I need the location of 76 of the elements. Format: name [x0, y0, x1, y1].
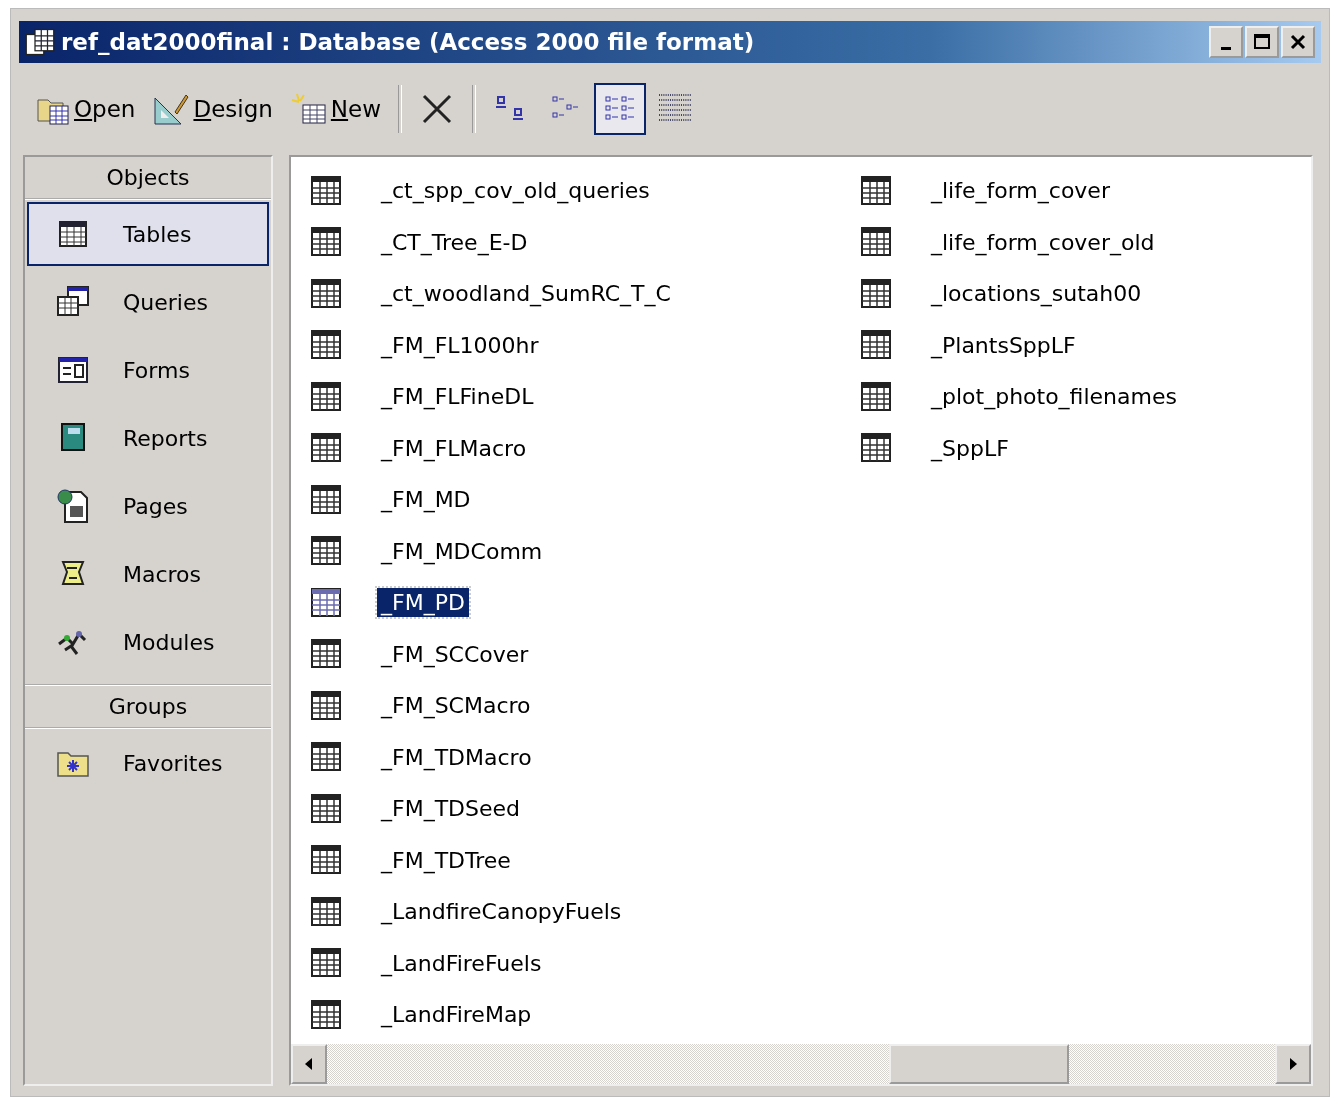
- new-table-icon: [290, 92, 327, 126]
- table-name[interactable]: _FM_MDComm: [377, 536, 547, 566]
- maximize-icon: [1252, 32, 1272, 52]
- objects-header[interactable]: Objects: [25, 157, 271, 200]
- minimize-button[interactable]: [1209, 26, 1243, 58]
- object-type-item[interactable]: Macros: [27, 542, 269, 606]
- table-icon: [311, 381, 343, 412]
- table-name[interactable]: _FM_SCCover: [377, 639, 533, 669]
- group-item[interactable]: Favorites: [27, 731, 269, 795]
- object-type-item[interactable]: Reports: [27, 406, 269, 470]
- groups-header[interactable]: Groups: [25, 686, 271, 729]
- table-name[interactable]: _FM_PD: [377, 588, 469, 618]
- table-name[interactable]: _locations_sutah00: [927, 279, 1146, 309]
- minimize-icon: [1221, 46, 1231, 50]
- object-type-item[interactable]: Modules: [27, 610, 269, 674]
- table-name[interactable]: _FM_TDTree: [377, 845, 515, 875]
- scroll-left-button[interactable]: [291, 1044, 327, 1084]
- pages-icon: [55, 488, 91, 524]
- table-name[interactable]: _FM_FL1000hr: [377, 330, 543, 360]
- object-type-item[interactable]: Pages: [27, 474, 269, 538]
- table-name[interactable]: _SppLF: [927, 433, 1013, 463]
- table-name[interactable]: _FM_SCMacro: [377, 691, 535, 721]
- new-button[interactable]: New: [283, 89, 389, 129]
- table-icon: [311, 690, 343, 721]
- table-icon: [311, 999, 343, 1030]
- table-name[interactable]: _CT_Tree_E-D: [377, 227, 532, 257]
- object-type-item[interactable]: Tables: [27, 202, 269, 266]
- maximize-button[interactable]: [1245, 26, 1279, 58]
- table-name[interactable]: _LandFireFuels: [377, 948, 546, 978]
- right-arrow-icon: [1287, 1057, 1299, 1071]
- table-icon: [311, 948, 343, 979]
- table-name[interactable]: _FM_TDMacro: [377, 742, 536, 772]
- table-name[interactable]: _FM_FLFineDL: [377, 382, 538, 412]
- table-name[interactable]: _FM_MD: [377, 485, 475, 515]
- table-name[interactable]: _FM_FLMacro: [377, 433, 531, 463]
- table-icon: [861, 175, 893, 206]
- table-icon: [861, 381, 893, 412]
- table-icon: [861, 433, 893, 464]
- table-icon: [311, 433, 343, 464]
- table-icon: [861, 278, 893, 309]
- table-name[interactable]: _life_form_cover: [927, 176, 1114, 206]
- open-button[interactable]: Open: [29, 89, 143, 129]
- object-type-item[interactable]: Queries: [27, 270, 269, 334]
- table-icon: [311, 742, 343, 773]
- table-icon: [861, 330, 893, 361]
- table-icon: [311, 330, 343, 361]
- table-icon: [311, 227, 343, 258]
- table-name[interactable]: _ct_spp_cov_old_queries: [377, 176, 654, 206]
- database-window-icon: [25, 28, 55, 56]
- table-name[interactable]: _plot_photo_filenames: [927, 382, 1181, 412]
- list-icons-button[interactable]: [594, 83, 647, 135]
- table-name[interactable]: _LandfireCanopyFuels: [377, 897, 626, 927]
- table-icon: [311, 845, 343, 876]
- ruler-pencil-icon: [153, 92, 190, 126]
- table-icon: [311, 536, 343, 567]
- table-icon: [311, 484, 343, 515]
- scroll-right-button[interactable]: [1275, 1044, 1311, 1084]
- table-icon: [311, 278, 343, 309]
- table-name[interactable]: _FM_TDSeed: [377, 794, 524, 824]
- scrollbar-thumb[interactable]: [889, 1044, 1069, 1084]
- window-title: ref_dat2000final : Database (Access 2000 file format): [61, 29, 756, 55]
- close-icon: [1288, 32, 1308, 52]
- table-icon: [311, 793, 343, 824]
- table-icon: [311, 175, 343, 206]
- table-icon: [861, 227, 893, 258]
- table-name[interactable]: _LandFireMap: [377, 1000, 536, 1030]
- close-button[interactable]: [1281, 26, 1315, 58]
- table-name[interactable]: _ct_woodland_SumRC_T_C: [377, 279, 675, 309]
- design-button[interactable]: Design: [146, 89, 280, 129]
- table-icon: [311, 639, 343, 670]
- table-icon: [311, 587, 343, 618]
- left-arrow-icon: [303, 1057, 315, 1071]
- table-name[interactable]: _life_form_cover_old: [927, 227, 1159, 257]
- table-name[interactable]: _PlantsSppLF: [927, 330, 1080, 360]
- table-icon: [311, 896, 343, 927]
- object-type-item[interactable]: Forms: [27, 338, 269, 402]
